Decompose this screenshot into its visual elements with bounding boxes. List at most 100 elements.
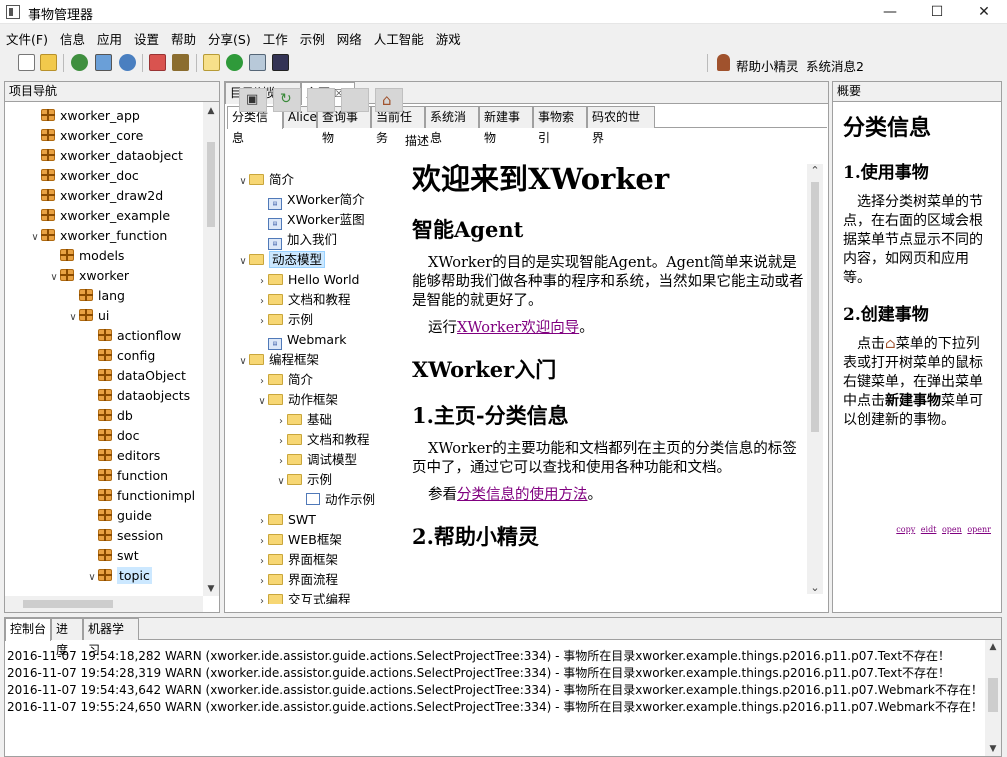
chevron-right-icon[interactable]: › xyxy=(256,572,268,592)
category-node[interactable]: ▤ XWorker蓝图 xyxy=(256,210,365,230)
open-link[interactable]: open xyxy=(942,525,962,534)
chevron-right-icon[interactable]: › xyxy=(256,552,268,572)
chevron-right-icon[interactable]: › xyxy=(256,272,268,292)
scroll-up-icon[interactable]: ▲ xyxy=(985,642,1001,652)
console-vertical-scrollbar[interactable]: ▲ ▼ xyxy=(985,640,1001,756)
tree-node[interactable]: function xyxy=(86,466,168,486)
scroll-down-icon[interactable]: ▼ xyxy=(203,584,219,594)
chevron-down-icon[interactable]: ∨ xyxy=(275,472,287,492)
tree-node[interactable]: ∨ topic xyxy=(86,566,152,586)
chevron-down-icon[interactable]: ∨ xyxy=(67,308,79,328)
tree-node[interactable]: xworker_example xyxy=(29,206,170,226)
chevron-down-icon[interactable]: ∨ xyxy=(29,228,41,248)
category-node[interactable]: ∨ 简介 xyxy=(237,170,294,190)
menu-item[interactable]: 示例 xyxy=(294,26,331,48)
category-node[interactable]: › SWT xyxy=(256,510,316,530)
copy-link[interactable]: copy xyxy=(896,525,915,534)
chevron-down-icon[interactable]: ∨ xyxy=(237,252,249,272)
menu-item[interactable]: 工作 xyxy=(257,26,294,48)
inner-tab[interactable]: 码农的世界 xyxy=(587,106,655,145)
nav-horizontal-scrollbar[interactable] xyxy=(5,596,203,612)
category-node[interactable]: › 界面流程 xyxy=(256,570,338,590)
scroll-thumb[interactable] xyxy=(811,182,819,432)
chevron-down-icon[interactable]: ∨ xyxy=(256,392,268,412)
new-file-icon[interactable] xyxy=(18,54,35,71)
chevron-down-icon[interactable]: ∨ xyxy=(48,268,60,288)
menu-item[interactable]: 游戏 xyxy=(430,26,467,48)
chevron-up-icon[interactable]: ⌃ xyxy=(807,164,823,177)
tree-node[interactable]: session xyxy=(86,526,163,546)
tree-node[interactable]: xworker_draw2d xyxy=(29,186,163,206)
tree-node[interactable]: xworker_core xyxy=(29,126,143,146)
tool-icon[interactable] xyxy=(172,54,189,71)
tree-node[interactable]: dataobjects xyxy=(86,386,190,406)
tab-console[interactable]: 控制台 xyxy=(5,618,51,641)
chevron-right-icon[interactable]: › xyxy=(256,292,268,312)
tree-node[interactable]: doc xyxy=(86,426,139,446)
chevron-right-icon[interactable]: › xyxy=(275,432,287,452)
chevron-right-icon[interactable]: › xyxy=(256,592,268,604)
tree-node[interactable]: ∨ ui xyxy=(67,306,109,326)
category-node[interactable]: › 文档和教程 xyxy=(256,290,351,310)
tree-node[interactable]: guide xyxy=(86,506,152,526)
scroll-thumb[interactable] xyxy=(207,142,215,227)
category-node[interactable]: › 基础 xyxy=(275,410,332,430)
chevron-right-icon[interactable]: › xyxy=(256,312,268,332)
tab-progress[interactable]: 进度 xyxy=(51,618,83,657)
tree-node[interactable]: swt xyxy=(86,546,139,566)
tree-node[interactable]: ∨ xworker xyxy=(48,266,129,286)
close-button[interactable]: ✕ xyxy=(962,0,1006,24)
menu-item[interactable]: 人工智能 xyxy=(368,26,430,48)
category-node[interactable]: › 简介 xyxy=(256,370,313,390)
category-usage-link[interactable]: 分类信息的使用方法 xyxy=(457,487,588,503)
scroll-up-icon[interactable]: ▲ xyxy=(203,106,219,116)
category-node[interactable]: › 示例 xyxy=(256,310,313,330)
category-node[interactable]: › 文档和教程 xyxy=(275,430,370,450)
tree-node[interactable]: models xyxy=(48,246,124,266)
assistant-button[interactable]: 帮助小精灵 xyxy=(736,56,799,75)
category-node[interactable]: › WEB框架 xyxy=(256,530,342,550)
globe-gear-icon[interactable] xyxy=(119,54,136,71)
image-icon[interactable] xyxy=(249,54,266,71)
chevron-right-icon[interactable]: › xyxy=(275,452,287,472)
menu-item[interactable]: 应用 xyxy=(91,26,128,48)
home-button[interactable]: ⌂ xyxy=(375,88,403,112)
openr-link[interactable]: openr xyxy=(967,525,991,534)
refresh-globe-icon[interactable] xyxy=(71,54,88,71)
pdf-icon[interactable] xyxy=(149,54,166,71)
image-globe-icon[interactable] xyxy=(95,54,112,71)
category-node[interactable]: ▤ 加入我们 xyxy=(256,230,337,250)
inner-tab[interactable]: 事物索引 xyxy=(533,106,587,145)
category-node[interactable]: 动作示例 xyxy=(294,490,375,510)
category-node[interactable]: › 交互式编程 xyxy=(256,590,351,604)
category-node[interactable]: ∨ 编程框架 xyxy=(237,350,319,370)
scroll-thumb[interactable] xyxy=(988,678,998,712)
category-node[interactable]: ▤ Webmark xyxy=(256,330,346,350)
scroll-down-icon[interactable]: ▼ xyxy=(985,744,1001,754)
monitor-icon[interactable] xyxy=(272,54,289,71)
chevron-down-icon[interactable]: ∨ xyxy=(86,568,98,588)
chevron-right-icon[interactable]: › xyxy=(275,412,287,432)
menu-item[interactable]: 设置 xyxy=(128,26,165,48)
tree-node[interactable]: xworker_app xyxy=(29,106,140,126)
tree-node[interactable]: editors xyxy=(86,446,160,466)
tree-node[interactable]: functionimpl xyxy=(86,486,195,506)
web-globe-icon[interactable] xyxy=(226,54,243,71)
blank-button[interactable] xyxy=(307,88,335,112)
menu-item[interactable]: 分享(S) xyxy=(202,26,257,48)
blank-button[interactable] xyxy=(341,88,369,112)
category-node[interactable]: ▤ XWorker简介 xyxy=(256,190,365,210)
category-node[interactable]: ∨ 示例 xyxy=(275,470,332,490)
chevron-down-icon[interactable]: ⌄ xyxy=(807,581,823,594)
maximize-button[interactable]: ☐ xyxy=(915,0,959,24)
note-icon[interactable] xyxy=(203,54,220,71)
category-node[interactable]: › 调试模型 xyxy=(275,450,357,470)
welcome-wizard-link[interactable]: XWorker欢迎向导 xyxy=(457,320,579,336)
menu-item[interactable]: 信息 xyxy=(54,26,91,48)
tree-node[interactable]: lang xyxy=(67,286,125,306)
tree-node[interactable]: actionflow xyxy=(86,326,181,346)
tab-machine-learning[interactable]: 机器学习 xyxy=(83,618,139,657)
category-node[interactable]: ∨ 动态模型 xyxy=(237,250,326,272)
open-folder-icon[interactable] xyxy=(40,54,57,71)
tree-node[interactable]: xworker_dataobject xyxy=(29,146,183,166)
